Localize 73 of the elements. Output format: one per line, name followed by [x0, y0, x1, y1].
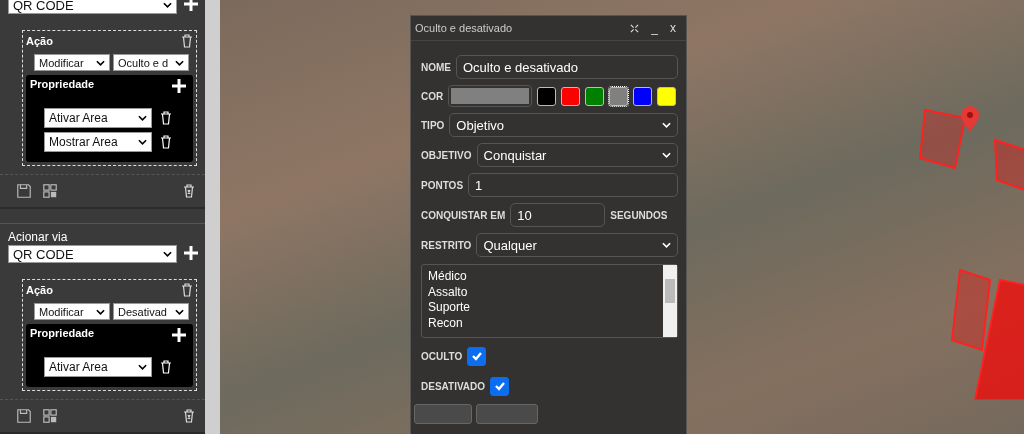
objective-select[interactable]: Conquistar	[476, 143, 678, 167]
color-swatch[interactable]	[537, 86, 557, 106]
add-icon[interactable]	[171, 327, 187, 343]
action-value-select[interactable]: Desativad	[113, 303, 189, 320]
list-option[interactable]: Assalto	[428, 284, 657, 300]
class-listbox[interactable]: Médico Assalto Suporte Recon	[421, 264, 678, 338]
name-field[interactable]: Oculto e desativado	[456, 55, 678, 79]
chevron-down-icon	[175, 308, 184, 315]
save-icon[interactable]	[16, 183, 32, 199]
color-swatch[interactable]	[657, 86, 677, 106]
field-label: TIPO	[421, 119, 445, 131]
capture-time-field[interactable]: 10	[510, 203, 606, 227]
expand-icon[interactable]	[630, 23, 640, 33]
checkbox[interactable]	[467, 346, 487, 366]
field-label: OBJETIVO	[421, 149, 472, 161]
save-icon[interactable]	[16, 408, 32, 424]
scrollbar[interactable]	[205, 0, 220, 434]
property-title: Propriedade	[30, 327, 95, 341]
property-select[interactable]: Ativar Area	[44, 357, 152, 377]
close-button[interactable]: x	[670, 21, 676, 35]
chevron-down-icon	[96, 308, 105, 315]
property-select[interactable]: Mostrar Area	[44, 132, 152, 152]
qr-code-icon[interactable]	[42, 408, 58, 424]
checkbox[interactable]	[490, 376, 510, 396]
color-swatch[interactable]	[609, 86, 629, 106]
field-label: CONQUISTAR EM	[421, 209, 506, 221]
field-label: RESTRITO	[421, 239, 472, 251]
color-swatch[interactable]	[585, 86, 605, 106]
color-swatch[interactable]	[633, 86, 653, 106]
chevron-down-icon	[662, 152, 671, 158]
list-option[interactable]: Suporte	[428, 300, 657, 316]
scrollbar[interactable]	[663, 265, 677, 337]
chevron-down-icon	[138, 115, 147, 121]
chevron-down-icon	[96, 59, 105, 66]
action-type-select[interactable]: Modificar	[34, 303, 110, 320]
property-title: Propriedade	[30, 78, 95, 92]
chevron-down-icon	[662, 242, 671, 248]
unit-label: SEGUNDOS	[610, 209, 668, 221]
add-icon[interactable]	[183, 0, 199, 12]
qr-code-icon[interactable]	[42, 183, 58, 199]
trash-icon[interactable]	[181, 34, 193, 48]
action-value-select[interactable]: Oculto e d	[113, 54, 189, 71]
checkbox-label: DESATIVADO	[421, 380, 486, 392]
chevron-down-icon	[163, 251, 172, 257]
field-label: PONTOS	[421, 179, 464, 191]
add-icon[interactable]	[183, 245, 199, 261]
chevron-down-icon	[138, 139, 147, 145]
checkbox-label: OCULTO	[421, 350, 463, 362]
chevron-down-icon	[662, 122, 671, 128]
add-icon[interactable]	[171, 78, 187, 94]
trash-icon[interactable]	[183, 184, 195, 198]
list-option[interactable]: Médico	[428, 269, 657, 285]
field-label: COR	[421, 90, 444, 102]
trash-icon[interactable]	[181, 283, 193, 297]
action-type-select[interactable]: Modificar	[34, 54, 110, 71]
trigger-select[interactable]: QR CODE	[8, 245, 177, 263]
field-label: NOME	[421, 61, 451, 73]
trash-icon[interactable]	[183, 409, 195, 423]
points-field[interactable]: 1	[468, 173, 678, 197]
action-title: Ação	[26, 35, 53, 47]
trigger-select[interactable]: QR CODE	[8, 0, 177, 14]
chevron-down-icon	[175, 59, 184, 66]
action-title: Ação	[26, 284, 53, 296]
dialog-title: Oculto e desativado	[415, 22, 514, 34]
list-option[interactable]: Recon	[428, 315, 657, 331]
trigger-label: Acionar via	[8, 230, 69, 244]
minimize-button[interactable]: _	[651, 21, 658, 35]
restricted-select[interactable]: Qualquer	[476, 233, 678, 257]
chevron-down-icon	[163, 2, 172, 8]
property-select[interactable]: Ativar Area	[44, 108, 152, 128]
color-swatch[interactable]	[561, 86, 581, 106]
type-select[interactable]: Objetivo	[449, 113, 678, 137]
chevron-down-icon	[138, 364, 147, 370]
